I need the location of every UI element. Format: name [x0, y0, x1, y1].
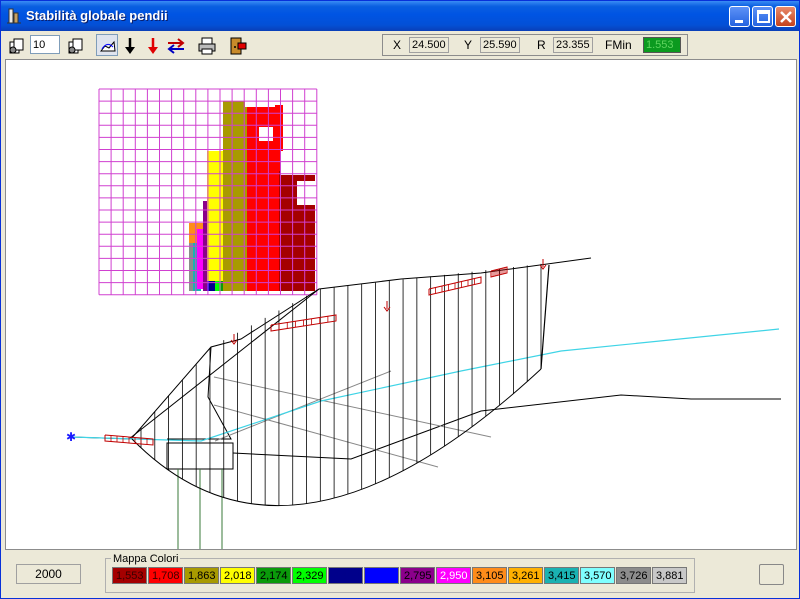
app-window: Stabilità globale pendii 10 X 24.500 Y 2…: [0, 0, 800, 599]
water-table: [70, 328, 780, 442]
exit-door-icon: [230, 37, 247, 55]
printer-icon: [198, 37, 216, 55]
legend-swatch: 3,261: [508, 567, 543, 584]
close-icon: [780, 11, 792, 23]
profile-start-marker: ✱: [66, 430, 76, 444]
legend-swatch: 1,708: [148, 567, 183, 584]
coordinates-panel: X 24.500 Y 25.590 R 23.355 FMin 1.553: [382, 34, 688, 56]
maximize-icon: [757, 10, 770, 23]
legend-swatch: 3,570: [580, 567, 615, 584]
x-value: 24.500: [409, 37, 449, 53]
fmin-label: FMin: [605, 38, 632, 52]
legend-swatch: 2,484: [328, 567, 363, 584]
red-load-down-button[interactable]: [141, 34, 163, 56]
ground-profile: [70, 257, 592, 440]
x-label: X: [393, 38, 402, 52]
close-button[interactable]: [775, 6, 796, 27]
legend-swatch: 2,640: [364, 567, 399, 584]
legend-swatch: 1,553: [112, 567, 147, 584]
swap-arrows-icon: [167, 38, 185, 54]
maximize-button[interactable]: [752, 6, 773, 27]
status-bar: 2000 Mappa Colori 1,553 1,708 1,863 2,018 2,…: [1, 551, 799, 598]
print-button[interactable]: [195, 34, 217, 56]
legend-swatch: 3,105: [472, 567, 507, 584]
surface-grid-button[interactable]: [96, 34, 118, 56]
legend-swatch: 3,726: [616, 567, 651, 584]
copy-icon: [68, 38, 83, 54]
action-button[interactable]: [759, 564, 784, 585]
copy-button[interactable]: [5, 34, 27, 56]
slope-drawing: ✱: [66, 88, 781, 549]
legend-swatch: 3,881: [652, 567, 687, 584]
legend-swatch: 2,329: [292, 567, 327, 584]
legend-swatch: 2,795: [400, 567, 435, 584]
legend-swatch: 2,174: [256, 567, 291, 584]
foundation-block: [166, 442, 234, 470]
slices-count-input[interactable]: [30, 35, 60, 54]
exit-button[interactable]: [226, 34, 248, 56]
legend-swatch: 3,415: [544, 567, 579, 584]
slope-canvas[interactable]: ✱: [5, 59, 797, 550]
y-value: 25.590: [480, 37, 520, 53]
swap-direction-button[interactable]: [164, 34, 186, 56]
legend-swatch: 1,863: [184, 567, 219, 584]
copy-results-button[interactable]: [64, 34, 86, 56]
slip-surface: [131, 368, 542, 506]
layer-boundary: [232, 394, 781, 460]
r-value: 23.355: [553, 37, 593, 53]
anchor-line: [214, 370, 392, 442]
arrow-down-icon: [148, 38, 158, 54]
load-down-button[interactable]: [118, 34, 140, 56]
minimize-button[interactable]: [729, 6, 750, 27]
legend-swatch: 2,018: [220, 567, 255, 584]
grid-blank: [297, 181, 315, 205]
minimize-icon: [735, 20, 743, 23]
app-icon: [7, 8, 21, 24]
grid-blank: [245, 89, 275, 107]
fs-contour-band: [223, 101, 247, 291]
title-bar[interactable]: Stabilità globale pendii: [1, 1, 799, 31]
surface-icon: [99, 40, 116, 52]
window-title: Stabilità globale pendii: [26, 8, 168, 23]
arrow-down-icon: [125, 38, 135, 54]
grid-blank: [281, 151, 315, 175]
r-label: R: [537, 38, 546, 52]
status-value: 2000: [16, 564, 81, 584]
legend-swatch: 2,950: [436, 567, 471, 584]
color-map-legend: Mappa Colori 1,553 1,708 1,863 2,018 2,174 2,…: [105, 553, 695, 593]
legend-title: Mappa Colori: [111, 553, 181, 565]
fmin-value: 1.553: [643, 37, 681, 53]
copy-icon: [9, 38, 24, 54]
y-label: Y: [464, 38, 473, 52]
grid-blank: [259, 127, 273, 141]
